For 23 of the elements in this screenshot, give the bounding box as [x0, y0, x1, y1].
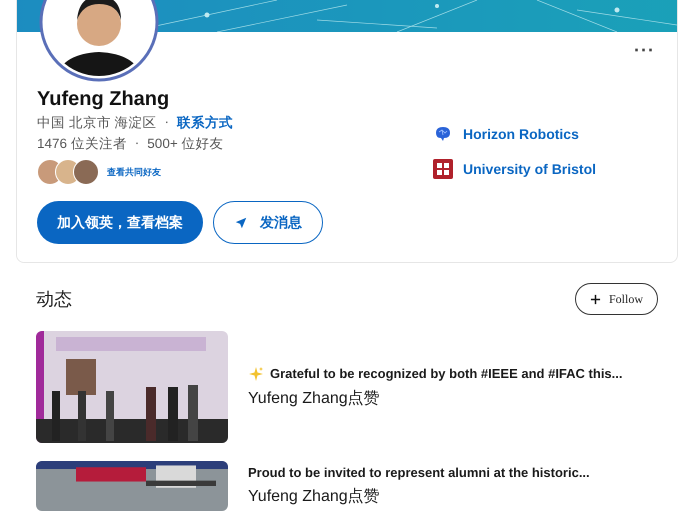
separator: · [164, 114, 170, 131]
organization-link[interactable]: University of Bristol [463, 161, 596, 177]
section-title: 动态 [36, 288, 72, 311]
contact-link[interactable]: 联系方式 [177, 114, 234, 132]
join-button[interactable]: 加入领英，查看档案 [37, 201, 203, 244]
profile-name: Yufeng Zhang [37, 88, 170, 111]
organization-link[interactable]: Horizon Robotics [463, 126, 579, 142]
post-text[interactable]: Grateful to be recognized by both #IEEE and #IFAC this... [270, 366, 622, 381]
connections-count: 500+ 位好友 [147, 135, 224, 153]
post-text[interactable]: Proud to be invited to represent alumni at the historic... [248, 465, 590, 480]
post-reaction: Yufeng Zhang点赞 [248, 388, 381, 408]
location: 中国 北京市 海淀区 [37, 114, 157, 132]
more-button[interactable]: ··· [634, 40, 655, 61]
mutual-friends-link[interactable]: 查看共同好友 [107, 166, 161, 178]
sparkle-icon [248, 366, 264, 382]
plus-icon [590, 294, 601, 304]
message-button[interactable]: 发消息 [213, 201, 323, 244]
crest-icon [433, 159, 453, 179]
follow-button[interactable]: Follow [574, 283, 658, 315]
separator: · [134, 135, 140, 152]
followers-count: 1476 位关注者 [37, 135, 127, 153]
post-reaction: Yufeng Zhang点赞 [248, 486, 381, 507]
send-icon [234, 216, 248, 230]
